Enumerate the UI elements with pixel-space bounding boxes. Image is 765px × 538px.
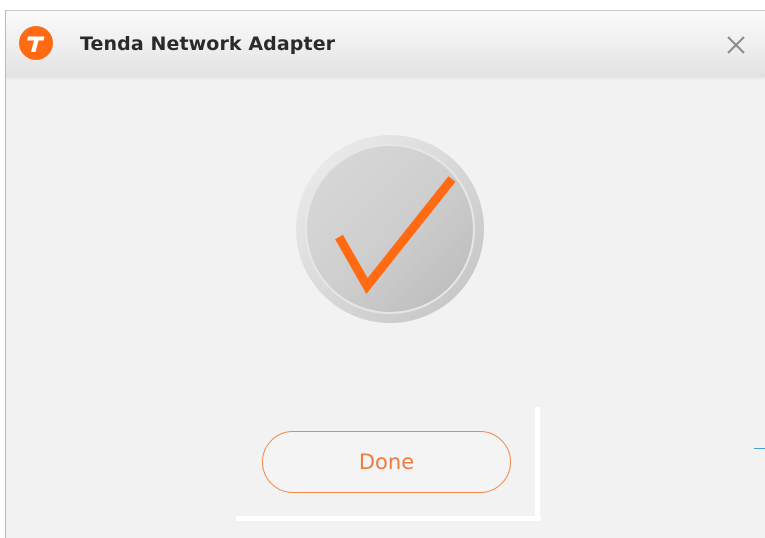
installer-window: Tenda Network Adapter Done — [5, 10, 765, 538]
focus-outline-bottom — [236, 516, 541, 521]
tenda-logo-icon — [19, 26, 53, 60]
checkmark-icon — [295, 134, 485, 324]
window-edge-marker — [754, 448, 765, 449]
done-button[interactable]: Done — [262, 431, 511, 493]
title-bar: Tenda Network Adapter — [6, 11, 765, 77]
close-icon[interactable] — [724, 33, 748, 57]
focus-outline-right — [535, 407, 540, 521]
window-title: Tenda Network Adapter — [80, 33, 336, 55]
